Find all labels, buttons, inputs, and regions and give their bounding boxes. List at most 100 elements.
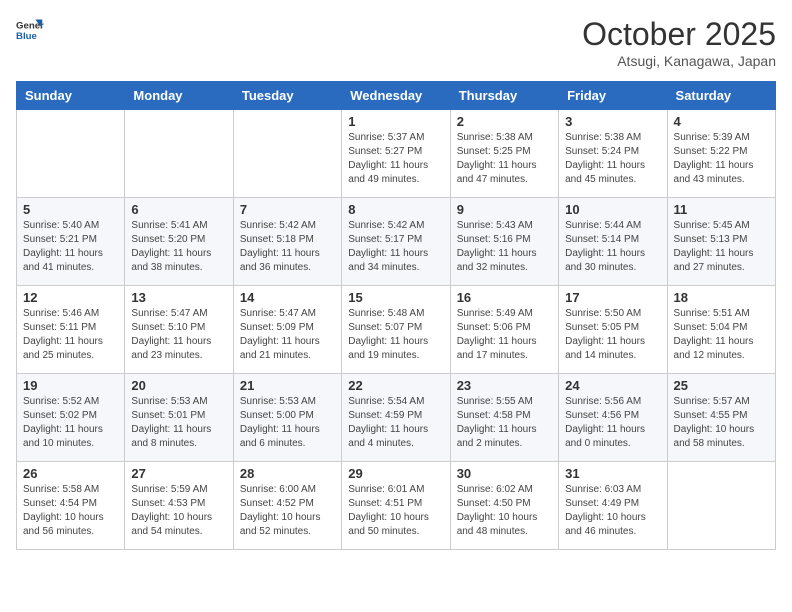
day-info: Sunrise: 5:48 AM Sunset: 5:07 PM Dayligh… bbox=[348, 307, 443, 363]
day-number: 25 bbox=[674, 378, 769, 393]
calendar-day-24: 24 Sunrise: 5:56 AM Sunset: 4:56 PM Dayli… bbox=[559, 374, 667, 462]
day-number: 31 bbox=[565, 466, 660, 481]
day-number: 24 bbox=[565, 378, 660, 393]
calendar-day-2: 2Sunrise: 5:38 AM Sunset: 5:25 PM Daylig… bbox=[450, 110, 558, 198]
month-title: October 2025 bbox=[582, 16, 776, 53]
day-info: Sunrise: 5:42 AM Sunset: 5:18 PM Dayligh… bbox=[240, 219, 335, 275]
calendar-day-15: 15 Sunrise: 5:48 AM Sunset: 5:07 PM Dayli… bbox=[342, 286, 450, 374]
day-number: 18 bbox=[674, 290, 769, 305]
weekday-header-wednesday: Wednesday bbox=[342, 82, 450, 110]
day-number: 21 bbox=[240, 378, 335, 393]
day-info: Sunrise: 5:38 AM Sunset: 5:25 PM Dayligh… bbox=[457, 131, 552, 187]
day-number: 3 bbox=[565, 114, 660, 129]
calendar-day-23: 23 Sunrise: 5:55 AM Sunset: 4:58 PM Dayli… bbox=[450, 374, 558, 462]
day-number: 11 bbox=[674, 202, 769, 217]
calendar-day-14: 14 Sunrise: 5:47 AM Sunset: 5:09 PM Dayli… bbox=[233, 286, 341, 374]
weekday-header-thursday: Thursday bbox=[450, 82, 558, 110]
day-info: Sunrise: 5:57 AM Sunset: 4:55 PM Dayligh… bbox=[674, 395, 769, 451]
day-number: 9 bbox=[457, 202, 552, 217]
weekday-header-monday: Monday bbox=[125, 82, 233, 110]
calendar-day-26: 26 Sunrise: 5:58 AM Sunset: 4:54 PM Dayli… bbox=[17, 462, 125, 550]
day-info: Sunrise: 5:46 AM Sunset: 5:11 PM Dayligh… bbox=[23, 307, 118, 363]
day-number: 30 bbox=[457, 466, 552, 481]
day-number: 22 bbox=[348, 378, 443, 393]
calendar-day-28: 28 Sunrise: 6:00 AM Sunset: 4:52 PM Dayli… bbox=[233, 462, 341, 550]
day-info: Sunrise: 5:43 AM Sunset: 5:16 PM Dayligh… bbox=[457, 219, 552, 275]
calendar-day-1: 1 Sunrise: 5:37 AM Sunset: 5:27 PM Daylig… bbox=[342, 110, 450, 198]
day-info: Sunrise: 5:50 AM Sunset: 5:05 PM Dayligh… bbox=[565, 307, 660, 363]
day-number: 6 bbox=[131, 202, 226, 217]
calendar-day-12: 12 Sunrise: 5:46 AM Sunset: 5:11 PM Dayli… bbox=[17, 286, 125, 374]
day-number: 1 bbox=[348, 114, 443, 129]
day-info: Sunrise: 5:59 AM Sunset: 4:53 PM Dayligh… bbox=[131, 483, 226, 539]
calendar-day-30: 30 Sunrise: 6:02 AM Sunset: 4:50 PM Dayli… bbox=[450, 462, 558, 550]
day-number: 15 bbox=[348, 290, 443, 305]
day-number: 28 bbox=[240, 466, 335, 481]
day-info: Sunrise: 6:02 AM Sunset: 4:50 PM Dayligh… bbox=[457, 483, 552, 539]
location-title: Atsugi, Kanagawa, Japan bbox=[582, 53, 776, 69]
day-info: Sunrise: 5:53 AM Sunset: 5:00 PM Dayligh… bbox=[240, 395, 335, 451]
calendar-day-10: 10 Sunrise: 5:44 AM Sunset: 5:14 PM Dayli… bbox=[559, 198, 667, 286]
day-info: Sunrise: 5:49 AM Sunset: 5:06 PM Dayligh… bbox=[457, 307, 552, 363]
day-number: 12 bbox=[23, 290, 118, 305]
calendar-empty-cell bbox=[667, 462, 775, 550]
day-info: Sunrise: 5:40 AM Sunset: 5:21 PM Dayligh… bbox=[23, 219, 118, 275]
calendar-day-21: 21 Sunrise: 5:53 AM Sunset: 5:00 PM Dayli… bbox=[233, 374, 341, 462]
day-info: Sunrise: 6:03 AM Sunset: 4:49 PM Dayligh… bbox=[565, 483, 660, 539]
calendar-empty-cell bbox=[125, 110, 233, 198]
calendar-week-row: 1 Sunrise: 5:37 AM Sunset: 5:27 PM Daylig… bbox=[17, 110, 776, 198]
weekday-header-tuesday: Tuesday bbox=[233, 82, 341, 110]
calendar-day-22: 22 Sunrise: 5:54 AM Sunset: 4:59 PM Dayli… bbox=[342, 374, 450, 462]
day-info: Sunrise: 5:44 AM Sunset: 5:14 PM Dayligh… bbox=[565, 219, 660, 275]
day-number: 16 bbox=[457, 290, 552, 305]
day-info: Sunrise: 5:54 AM Sunset: 4:59 PM Dayligh… bbox=[348, 395, 443, 451]
day-number: 14 bbox=[240, 290, 335, 305]
day-info: Sunrise: 5:58 AM Sunset: 4:54 PM Dayligh… bbox=[23, 483, 118, 539]
day-info: Sunrise: 5:42 AM Sunset: 5:17 PM Dayligh… bbox=[348, 219, 443, 275]
calendar-week-row: 19 Sunrise: 5:52 AM Sunset: 5:02 PM Dayli… bbox=[17, 374, 776, 462]
day-info: Sunrise: 5:45 AM Sunset: 5:13 PM Dayligh… bbox=[674, 219, 769, 275]
day-number: 4 bbox=[674, 114, 769, 129]
calendar-day-13: 13Sunrise: 5:47 AM Sunset: 5:10 PM Dayli… bbox=[125, 286, 233, 374]
day-info: Sunrise: 5:55 AM Sunset: 4:58 PM Dayligh… bbox=[457, 395, 552, 451]
day-info: Sunrise: 5:47 AM Sunset: 5:09 PM Dayligh… bbox=[240, 307, 335, 363]
day-number: 8 bbox=[348, 202, 443, 217]
day-info: Sunrise: 5:37 AM Sunset: 5:27 PM Dayligh… bbox=[348, 131, 443, 187]
svg-text:Blue: Blue bbox=[16, 31, 37, 42]
day-number: 27 bbox=[131, 466, 226, 481]
day-info: Sunrise: 5:52 AM Sunset: 5:02 PM Dayligh… bbox=[23, 395, 118, 451]
calendar-week-row: 26 Sunrise: 5:58 AM Sunset: 4:54 PM Dayli… bbox=[17, 462, 776, 550]
logo-icon: General Blue bbox=[16, 16, 44, 44]
calendar-day-6: 6 Sunrise: 5:41 AM Sunset: 5:20 PM Daylig… bbox=[125, 198, 233, 286]
calendar-day-11: 11 Sunrise: 5:45 AM Sunset: 5:13 PM Dayli… bbox=[667, 198, 775, 286]
weekday-header-sunday: Sunday bbox=[17, 82, 125, 110]
title-area: October 2025 Atsugi, Kanagawa, Japan bbox=[582, 16, 776, 69]
calendar-week-row: 12 Sunrise: 5:46 AM Sunset: 5:11 PM Dayli… bbox=[17, 286, 776, 374]
calendar-day-5: 5Sunrise: 5:40 AM Sunset: 5:21 PM Daylig… bbox=[17, 198, 125, 286]
calendar-day-20: 20Sunrise: 5:53 AM Sunset: 5:01 PM Dayli… bbox=[125, 374, 233, 462]
weekday-header-saturday: Saturday bbox=[667, 82, 775, 110]
day-number: 26 bbox=[23, 466, 118, 481]
calendar-day-7: 7 Sunrise: 5:42 AM Sunset: 5:18 PM Daylig… bbox=[233, 198, 341, 286]
day-number: 7 bbox=[240, 202, 335, 217]
day-number: 23 bbox=[457, 378, 552, 393]
logo: General Blue bbox=[16, 16, 44, 44]
calendar-week-row: 5Sunrise: 5:40 AM Sunset: 5:21 PM Daylig… bbox=[17, 198, 776, 286]
weekday-header-friday: Friday bbox=[559, 82, 667, 110]
day-info: Sunrise: 5:51 AM Sunset: 5:04 PM Dayligh… bbox=[674, 307, 769, 363]
calendar-day-27: 27 Sunrise: 5:59 AM Sunset: 4:53 PM Dayli… bbox=[125, 462, 233, 550]
day-number: 19 bbox=[23, 378, 118, 393]
day-number: 10 bbox=[565, 202, 660, 217]
calendar-day-4: 4 Sunrise: 5:39 AM Sunset: 5:22 PM Daylig… bbox=[667, 110, 775, 198]
day-info: Sunrise: 5:39 AM Sunset: 5:22 PM Dayligh… bbox=[674, 131, 769, 187]
day-info: Sunrise: 5:41 AM Sunset: 5:20 PM Dayligh… bbox=[131, 219, 226, 275]
calendar-day-3: 3Sunrise: 5:38 AM Sunset: 5:24 PM Daylig… bbox=[559, 110, 667, 198]
calendar-day-31: 31 Sunrise: 6:03 AM Sunset: 4:49 PM Dayli… bbox=[559, 462, 667, 550]
day-number: 29 bbox=[348, 466, 443, 481]
day-info: Sunrise: 5:53 AM Sunset: 5:01 PM Dayligh… bbox=[131, 395, 226, 451]
calendar-day-17: 17Sunrise: 5:50 AM Sunset: 5:05 PM Dayli… bbox=[559, 286, 667, 374]
day-info: Sunrise: 5:56 AM Sunset: 4:56 PM Dayligh… bbox=[565, 395, 660, 451]
calendar-day-16: 16 Sunrise: 5:49 AM Sunset: 5:06 PM Dayli… bbox=[450, 286, 558, 374]
day-info: Sunrise: 6:01 AM Sunset: 4:51 PM Dayligh… bbox=[348, 483, 443, 539]
day-info: Sunrise: 6:00 AM Sunset: 4:52 PM Dayligh… bbox=[240, 483, 335, 539]
